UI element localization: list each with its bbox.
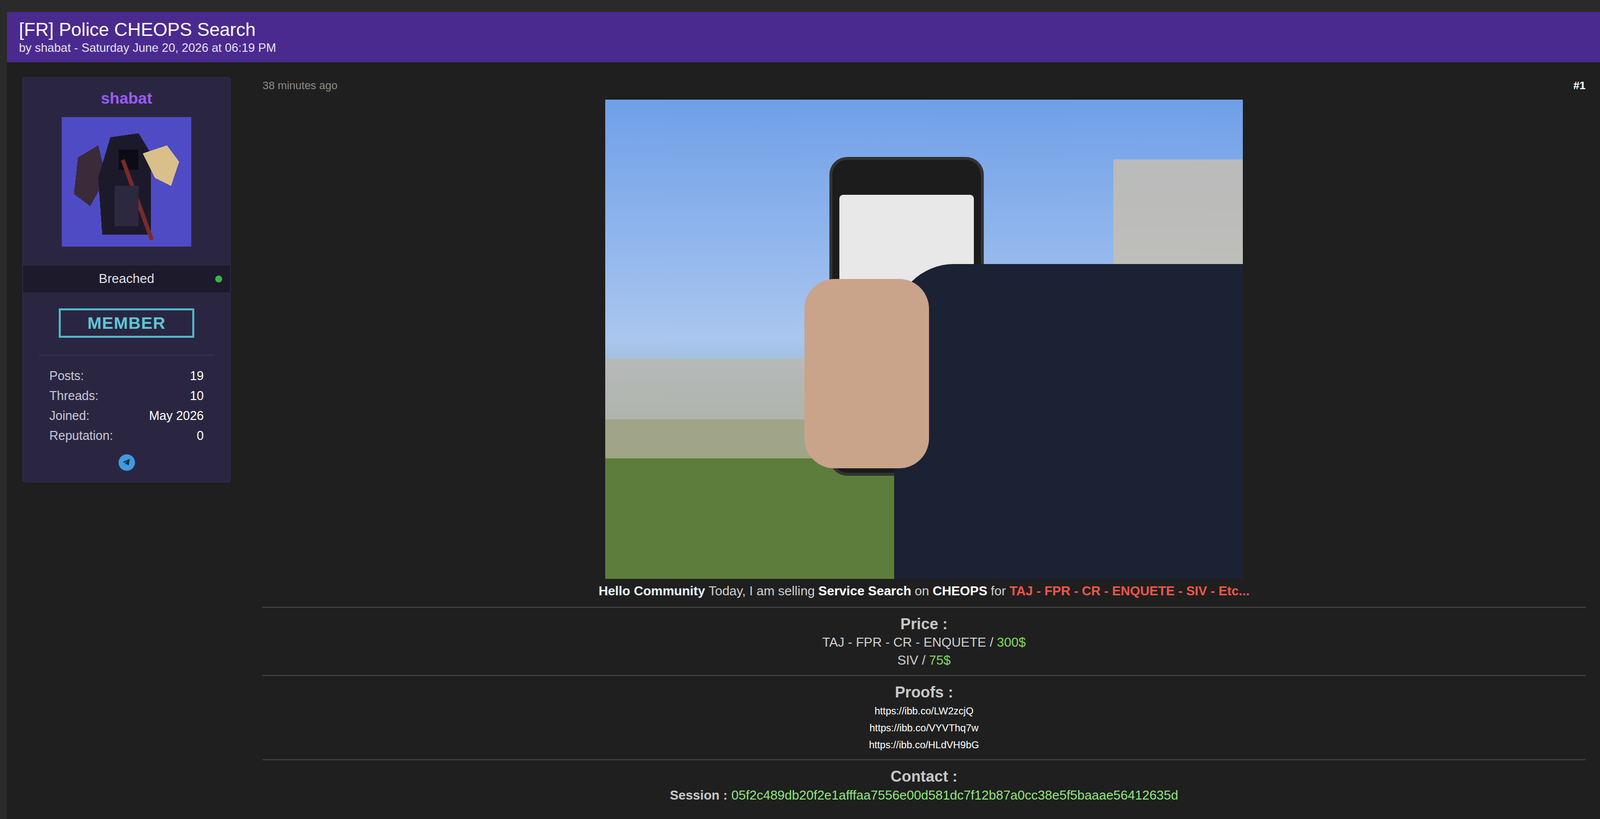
stat-row: Posts:19 (49, 368, 204, 383)
page: [FR] Police CHEOPS Searchby shabat - Sat… (0, 0, 1600, 819)
divider (262, 759, 1586, 761)
contact-row: Session :05f2c489db20f2e1afffaa7556e00d5… (669, 786, 1179, 804)
user-stats: Posts:19 Threads:10 Joined:May 2026 Reputat… (22, 368, 231, 443)
member-badge: MEMBER (58, 308, 195, 338)
avatar-image (61, 117, 192, 247)
post-time: 38 minutes ago (262, 77, 338, 94)
price-row: TAJ - FPR - CR - ENQUETE / 300$ (822, 633, 1026, 652)
stat-row: Joined:May 2026 (49, 408, 204, 423)
post: 38 minutes ago #1 Hello CommunityToday, I … (262, 77, 1586, 804)
price-row: SIV / 75$ (897, 651, 951, 669)
thread-byline: by shabat - Saturday June 20, 2026 at 06… (18, 40, 1589, 56)
status-row: Breached (22, 265, 231, 293)
divider (262, 674, 1586, 676)
post-intro: Hello CommunityToday, I am sellingServic… (598, 582, 1250, 600)
thread-header: [FR] Police CHEOPS Searchby shabat - Sat… (6, 11, 1600, 63)
telegram-icon[interactable] (118, 454, 135, 471)
stat-row: Threads:10 (49, 388, 204, 403)
contact-heading: Contact : (890, 767, 958, 786)
stat-row: Reputation:0 (49, 428, 204, 443)
divider (262, 606, 1586, 608)
proof-link[interactable]: https://ibb.co/HLdVH9bG (868, 736, 979, 754)
thread-title: [FR] Police CHEOPS Search (18, 18, 1589, 41)
session-id[interactable]: 05f2c489db20f2e1afffaa7556e00d581dc7f12b… (731, 786, 1179, 804)
price-list: TAJ - FPR - CR - ENQUETE / 300$SIV / 75$ (822, 633, 1026, 669)
online-dot-icon (215, 275, 223, 283)
post-photo (605, 99, 1243, 579)
post-number[interactable]: #1 (1573, 77, 1586, 94)
user-card: shabat Breached MEMBER Posts:19 Threads:10 Jo… (22, 77, 231, 482)
price-heading: Price : (900, 614, 948, 634)
proofs-heading: Proofs : (894, 682, 953, 702)
proof-link[interactable]: https://ibb.co/LW2zcjQ (874, 702, 974, 720)
proof-link[interactable]: https://ibb.co/VYVThq7w (869, 719, 979, 737)
thread-panel: [FR] Police CHEOPS Searchby shabat - Sat… (6, 11, 1600, 819)
username[interactable]: shabat (100, 88, 152, 108)
proof-links: https://ibb.co/LW2zcjQhttps://ibb.co/VYV… (868, 702, 979, 754)
